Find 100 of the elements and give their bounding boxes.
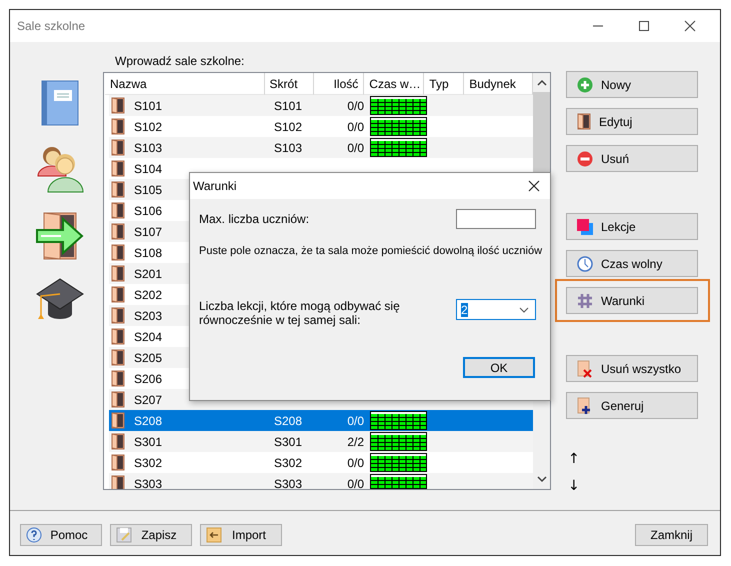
door-icon <box>577 113 591 130</box>
door-icon <box>111 118 125 135</box>
column-header[interactable]: Nazwa <box>105 73 265 95</box>
column-header[interactable]: Typ <box>424 73 464 95</box>
time-grid-drawing <box>370 96 427 115</box>
action-button[interactable]: Nowy <box>566 71 698 98</box>
door-icon <box>111 223 125 240</box>
door-arrow-icon[interactable] <box>36 212 84 260</box>
room-count: 0/0 <box>347 98 364 112</box>
lessons-label: Liczba lekcji, które mogą odbywać się równocześnie w tej samej sali: <box>199 299 401 327</box>
door-icon <box>111 391 125 408</box>
room-count: 2/2 <box>347 434 364 448</box>
room-name: S302 <box>134 456 162 470</box>
table-row[interactable]: S208 S208 0/0 <box>109 410 533 431</box>
room-abbreviation: S301 <box>274 434 302 448</box>
add-page-icon <box>577 396 593 414</box>
clock-icon <box>577 256 593 272</box>
room-name: S107 <box>134 224 162 238</box>
time-grid-drawing <box>370 138 427 157</box>
column-header[interactable]: Skrót <box>264 73 314 95</box>
table-row[interactable]: S301 S301 2/2 <box>109 431 533 452</box>
close-button[interactable]: Zamknij <box>635 524 708 546</box>
time-grid-drawing <box>370 453 427 472</box>
squares-icon <box>577 218 593 234</box>
action-button[interactable]: Edytuj <box>566 108 698 135</box>
table-row[interactable]: S303 S303 0/0 <box>109 473 533 489</box>
chevron-down-icon <box>519 306 529 312</box>
door-icon <box>111 475 125 489</box>
action-button[interactable]: Usuń wszystko <box>566 355 698 382</box>
plus-icon <box>577 76 593 92</box>
room-count: 0/0 <box>347 476 364 489</box>
room-name: S104 <box>134 162 162 176</box>
room-name: S203 <box>134 308 162 322</box>
door-icon <box>111 307 125 324</box>
column-header[interactable]: Czas w… <box>364 73 424 95</box>
footer-button[interactable]: Zapisz <box>110 524 192 546</box>
move-button[interactable]: ↑ <box>568 451 580 468</box>
room-name: S202 <box>134 288 162 302</box>
door-icon <box>111 202 125 219</box>
people-icon[interactable] <box>36 144 84 194</box>
room-name: S105 <box>134 182 162 196</box>
door-icon <box>111 349 125 366</box>
room-name: S207 <box>134 392 162 406</box>
close-icon[interactable] <box>684 20 696 32</box>
door-icon <box>111 412 125 429</box>
column-header[interactable]: Ilość <box>314 73 364 95</box>
maximize-icon[interactable] <box>638 20 650 32</box>
door-icon <box>111 328 125 345</box>
hash-icon <box>577 292 593 308</box>
door-icon <box>111 160 125 177</box>
room-name: S108 <box>134 246 162 260</box>
window-title: Sale szkolne <box>17 19 86 33</box>
column-header[interactable]: Budynek <box>464 73 533 95</box>
door-icon <box>111 244 125 261</box>
room-name: S208 <box>134 414 162 428</box>
room-count: 0/0 <box>347 456 364 470</box>
door-icon <box>111 139 125 156</box>
close-icon[interactable] <box>528 180 540 192</box>
room-abbreviation: S101 <box>274 98 302 112</box>
door-icon <box>111 286 125 303</box>
room-name: S102 <box>134 120 162 134</box>
footer-button[interactable]: Import <box>200 524 282 546</box>
action-button[interactable]: Warunki <box>566 287 698 314</box>
action-button[interactable]: Generuj <box>566 392 698 419</box>
room-name: S106 <box>134 204 162 218</box>
list-label: Wprowadź sale szkolne: <box>115 54 244 69</box>
dialog-title: Warunki <box>193 179 237 193</box>
footer-button[interactable]: Pomoc <box>20 524 102 546</box>
door-icon <box>111 370 125 387</box>
door-icon <box>111 97 125 114</box>
table-row[interactable]: S101 S101 0/0 <box>109 95 533 116</box>
room-abbreviation: S103 <box>274 140 302 154</box>
hint-text: Puste pole oznacza, że ta sala może pomieścić dowolną ilość uczniów <box>199 245 542 257</box>
room-count: 0/0 <box>347 140 364 154</box>
scroll-up-icon[interactable] <box>536 79 546 87</box>
room-name: S103 <box>134 140 162 154</box>
max-students-field[interactable] <box>456 209 536 229</box>
door-icon <box>111 454 125 471</box>
book-icon[interactable] <box>40 80 80 126</box>
graduation-cap-icon[interactable] <box>36 278 84 322</box>
ok-button[interactable]: OK <box>463 357 535 378</box>
action-button[interactable]: Usuń <box>566 145 698 172</box>
room-name: S303 <box>134 476 162 489</box>
room-name: S205 <box>134 350 162 364</box>
scroll-down-icon[interactable] <box>536 475 546 483</box>
room-abbreviation: S208 <box>274 414 302 428</box>
action-button[interactable]: Lekcje <box>566 213 698 240</box>
action-button[interactable]: Czas wolny <box>566 250 698 277</box>
floppy-icon <box>116 527 132 543</box>
lessons-dropdown[interactable]: 2 <box>456 299 536 320</box>
room-count: 0/0 <box>347 120 364 134</box>
room-count: 0/0 <box>347 414 364 428</box>
door-icon <box>111 433 125 450</box>
room-abbreviation: S102 <box>274 120 302 134</box>
table-row[interactable]: S103 S103 0/0 <box>109 137 533 158</box>
help-icon <box>26 527 42 543</box>
room-name: S206 <box>134 372 162 386</box>
import-icon <box>206 527 222 543</box>
move-button[interactable]: ↓ <box>568 478 580 495</box>
minus-icon <box>577 150 593 166</box>
